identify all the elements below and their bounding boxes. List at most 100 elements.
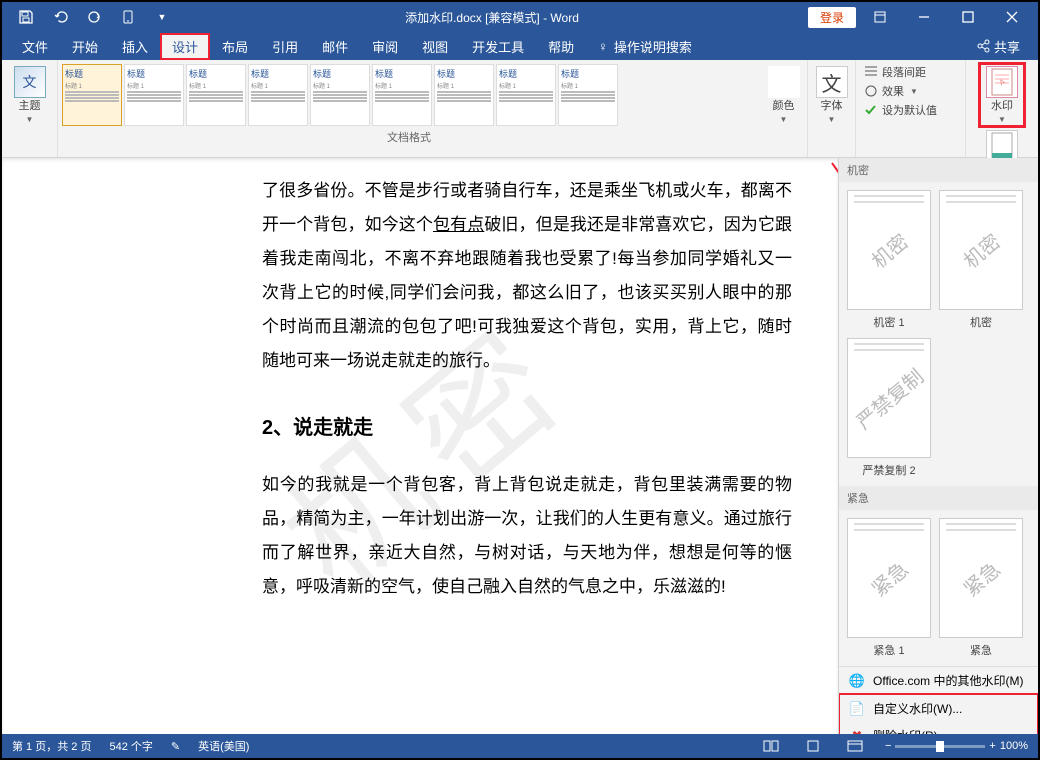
status-bar: 第 1 页，共 2 页 542 个字 ✎ 英语(美国) − + 100% <box>2 734 1038 758</box>
undo-button[interactable] <box>46 5 74 29</box>
doc-format-thumb[interactable]: 标题标题 1 <box>372 64 432 126</box>
doc-format-thumb[interactable]: 标题标题 1 <box>310 64 370 126</box>
doc-format-label: 文档格式 <box>62 129 756 145</box>
fonts-icon: 文 <box>816 66 848 98</box>
tab-developer[interactable]: 开发工具 <box>460 33 536 60</box>
page-icon: 📄 <box>849 701 865 717</box>
set-default-button[interactable]: 设为默认值 <box>864 102 937 118</box>
annotation-arrow <box>822 158 838 278</box>
language-indicator[interactable]: 英语(美国) <box>198 738 249 754</box>
watermark-gallery-panel: 机密 机密机密 1机密机密 严禁复制 严禁复制 2 紧急 紧急紧急 1紧急紧急 … <box>838 158 1038 734</box>
redo-button[interactable] <box>80 5 108 29</box>
doc-format-thumb[interactable]: 标题标题 1 <box>62 64 122 126</box>
tell-me[interactable]: ♀ 操作说明搜索 <box>586 33 704 60</box>
word-count[interactable]: 542 个字 <box>109 738 152 754</box>
globe-icon: 🌐 <box>849 673 865 689</box>
maximize-button[interactable] <box>948 3 988 31</box>
doc-format-thumb[interactable]: 标题标题 1 <box>434 64 494 126</box>
tab-layout[interactable]: 布局 <box>210 33 260 60</box>
ribbon: 文 主题 ▼ 标题标题 1标题标题 1标题标题 1标题标题 1标题标题 1标题标… <box>2 60 1038 158</box>
lightbulb-icon: ♀ <box>598 39 608 54</box>
paragraph: 如今的我就是一个背包客，背上背包说走就走，背包里装满需要的物品，精简为主，一年计… <box>262 468 792 604</box>
effects-icon <box>864 84 878 98</box>
read-mode-button[interactable] <box>759 737 783 755</box>
watermark-text: 严禁复制 <box>849 361 929 435</box>
watermark-option[interactable]: 紧急紧急 <box>939 518 1023 658</box>
office-more-watermarks[interactable]: 🌐 Office.com 中的其他水印(M) <box>839 667 1038 694</box>
colors-label: 颜色 <box>773 100 795 113</box>
watermark-button[interactable]: A 水印 ▼ <box>980 64 1024 126</box>
gallery-section-header: 紧急 <box>839 486 1038 510</box>
doc-format-thumb[interactable]: 标题标题 1 <box>186 64 246 126</box>
window-title: 添加水印.docx [兼容模式] - Word <box>176 9 808 26</box>
qat-dropdown[interactable]: ▼ <box>148 5 176 29</box>
login-button[interactable]: 登录 <box>808 7 856 28</box>
check-icon <box>864 103 878 117</box>
web-layout-button[interactable] <box>843 737 867 755</box>
set-default-label: 设为默认值 <box>882 102 937 118</box>
tab-help[interactable]: 帮助 <box>536 33 586 60</box>
custom-watermark[interactable]: 📄 自定义水印(W)... <box>839 695 1038 722</box>
touch-mode-button[interactable] <box>114 5 142 29</box>
tab-design[interactable]: 设计 <box>160 33 210 60</box>
watermark-menu: 🌐 Office.com 中的其他水印(M) <box>839 666 1038 694</box>
close-button[interactable] <box>992 3 1032 31</box>
tab-home[interactable]: 开始 <box>60 33 110 60</box>
effects-button[interactable]: 效果 ▼ <box>864 83 937 99</box>
colors-button[interactable]: 颜色 ▼ <box>762 64 806 126</box>
document-area: 机密 了很多省份。不管是步行或者骑自行车，还是乘坐飞机或火车，都离不开一个背包，… <box>2 158 1038 734</box>
minimize-button[interactable] <box>904 3 944 31</box>
fonts-label: 字体 <box>821 100 843 113</box>
doc-format-thumb[interactable]: 标题标题 1 <box>124 64 184 126</box>
spellcheck-icon[interactable]: ✎ <box>171 740 180 753</box>
menu-label: Office.com 中的其他水印(M) <box>873 672 1023 689</box>
gallery-section-header: 机密 <box>839 158 1038 182</box>
zoom-value[interactable]: 100% <box>1000 740 1028 752</box>
paragraph-spacing-icon <box>864 65 878 79</box>
zoom-control[interactable]: − + 100% <box>885 740 1028 752</box>
share-icon <box>976 39 990 53</box>
watermark-menu-highlighted: 📄 自定义水印(W)... ✖ 删除水印(R) <box>839 694 1038 734</box>
menu-label: 自定义水印(W)... <box>873 700 962 717</box>
themes-label: 主题 <box>19 100 41 113</box>
doc-format-thumb[interactable]: 标题标题 1 <box>558 64 618 126</box>
zoom-slider[interactable] <box>895 745 985 748</box>
ribbon-options-button[interactable] <box>860 3 900 31</box>
share-button[interactable]: 共享 <box>966 33 1030 60</box>
page-indicator[interactable]: 第 1 页，共 2 页 <box>12 738 91 754</box>
tab-review[interactable]: 审阅 <box>360 33 410 60</box>
tab-mailings[interactable]: 邮件 <box>310 33 360 60</box>
heading: 2、说走就走 <box>262 408 792 448</box>
watermark-label: 水印 <box>991 100 1013 113</box>
document-page[interactable]: 机密 了很多省份。不管是步行或者骑自行车，还是乘坐飞机或火车，都离不开一个背包，… <box>2 158 838 734</box>
zoom-in[interactable]: + <box>989 740 995 752</box>
doc-format-thumb[interactable]: 标题标题 1 <box>248 64 308 126</box>
doc-format-thumb[interactable]: 标题标题 1 <box>496 64 556 126</box>
watermark-option[interactable]: 严禁复制 严禁复制 2 <box>847 338 931 478</box>
fonts-button[interactable]: 文 字体 ▼ <box>810 64 854 126</box>
doc-format-gallery[interactable]: 标题标题 1标题标题 1标题标题 1标题标题 1标题标题 1标题标题 1标题标题… <box>58 60 760 157</box>
colors-icon <box>768 66 800 98</box>
watermark-caption: 严禁复制 2 <box>862 462 915 478</box>
menu-label: 删除水印(R) <box>873 727 938 734</box>
save-button[interactable] <box>12 5 40 29</box>
paragraph: 了很多省份。不管是步行或者骑自行车，还是乘坐飞机或火车，都离不开一个背包，如今这… <box>262 174 792 378</box>
paragraph-spacing-button[interactable]: 段落间距 <box>864 64 937 80</box>
tell-me-label: 操作说明搜索 <box>614 37 692 56</box>
tab-insert[interactable]: 插入 <box>110 33 160 60</box>
watermark-option[interactable]: 紧急紧急 1 <box>847 518 931 658</box>
share-label: 共享 <box>994 37 1020 56</box>
themes-button[interactable]: 文 主题 ▼ <box>8 64 52 126</box>
tab-references[interactable]: 引用 <box>260 33 310 60</box>
remove-watermark[interactable]: ✖ 删除水印(R) <box>839 722 1038 734</box>
print-layout-button[interactable] <box>801 737 825 755</box>
watermark-icon: A <box>986 66 1018 98</box>
tab-file[interactable]: 文件 <box>10 33 60 60</box>
text: 破旧，但是我还是非常喜欢它，因为它跟着我走南闯北，不离不弃地跟随着我也受累了!每… <box>262 215 792 370</box>
watermark-option[interactable]: 机密机密 <box>939 190 1023 330</box>
paragraph-spacing-label: 段落间距 <box>882 64 926 80</box>
title-bar: ▼ 添加水印.docx [兼容模式] - Word 登录 <box>2 2 1038 32</box>
watermark-option[interactable]: 机密机密 1 <box>847 190 931 330</box>
zoom-out[interactable]: − <box>885 740 891 752</box>
tab-view[interactable]: 视图 <box>410 33 460 60</box>
